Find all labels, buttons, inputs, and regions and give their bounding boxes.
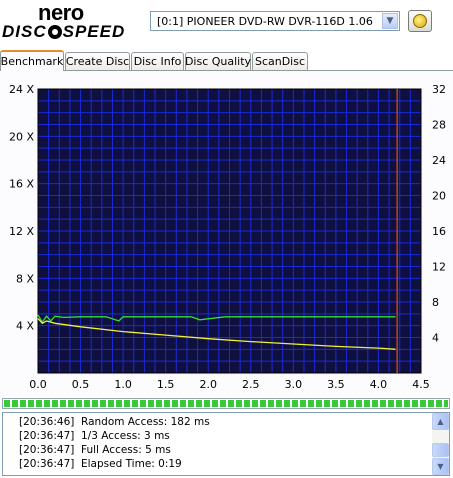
- x-tick-label: 1.0: [114, 378, 132, 391]
- y-right-tick-label: 12: [432, 261, 446, 274]
- tab-create-disc[interactable]: Create Disc: [65, 52, 130, 70]
- app-header: nero DISC SPEED [0:1] PIONEER DVD-RW DVR-…: [0, 0, 453, 48]
- logo-speed-text: SPEED: [62, 22, 126, 41]
- x-tick-label: 0.5: [72, 378, 90, 391]
- log-time: [20:36:47]: [19, 444, 75, 456]
- x-tick-label: 1.5: [157, 378, 175, 391]
- log-panel: [20:36:46] Random Access: 182 ms [20:36:4…: [2, 412, 450, 476]
- log-time: [20:36:47]: [19, 458, 75, 470]
- logo-disc-text: DISC: [2, 22, 47, 41]
- scroll-thumb[interactable]: [432, 443, 449, 457]
- log-scrollbar[interactable]: ▲ ▼: [432, 413, 449, 475]
- x-tick-label: 4.5: [412, 378, 430, 391]
- x-tick-label: 4.0: [370, 378, 388, 391]
- benchmark-chart-panel: 0.0 0.5 1.0 1.5 2.0 2.5 3.0 3.5 4.0 4.5 4 X 8 X 12 X…: [0, 71, 453, 396]
- y-left-tick-label: 8 X: [16, 272, 34, 285]
- drive-select-value: [0:1] PIONEER DVD-RW DVR-116D 1.06: [157, 15, 373, 28]
- scroll-up-icon[interactable]: ▲: [432, 413, 449, 430]
- y-left-tick-label: 4 X: [16, 320, 34, 333]
- disc-icon: [47, 25, 62, 39]
- y-left-tick-label: 16 X: [9, 178, 34, 191]
- y-right-tick-label: 28: [432, 119, 446, 132]
- refresh-drive-button[interactable]: [408, 10, 432, 32]
- log-message: Full Access: 5 ms: [81, 444, 171, 456]
- log-row: [20:36:47] 1/3 Access: 3 ms: [19, 430, 170, 442]
- y-right-tick-label: 24: [432, 154, 446, 167]
- y-right-tick-label: 4: [432, 332, 439, 345]
- y-right-tick-label: 32: [432, 83, 446, 96]
- x-tick-label: 0.0: [29, 378, 47, 391]
- log-message: Elapsed Time: 0:19: [81, 458, 182, 470]
- benchmark-chart: 0.0 0.5 1.0 1.5 2.0 2.5 3.0 3.5 4.0 4.5 4 X 8 X 12 X…: [9, 83, 446, 391]
- chevron-down-icon[interactable]: ▼: [382, 13, 398, 29]
- y-left-tick-label: 24 X: [9, 83, 34, 96]
- y-right-tick-label: 16: [432, 225, 446, 238]
- drive-select[interactable]: [0:1] PIONEER DVD-RW DVR-116D 1.06 ▼: [150, 11, 400, 31]
- log-time: [20:36:47]: [19, 430, 75, 442]
- x-tick-label: 3.0: [285, 378, 303, 391]
- tab-benchmark[interactable]: Benchmark: [0, 50, 64, 71]
- x-tick-label: 2.0: [199, 378, 217, 391]
- x-tick-label: 3.5: [327, 378, 345, 391]
- tab-bar: Benchmark Create Disc Disc Info Disc Qua…: [0, 50, 453, 71]
- progress-fill: [4, 400, 448, 407]
- y-left-tick-label: 12 X: [9, 225, 34, 238]
- y-right-tick-label: 8: [432, 296, 439, 309]
- nero-discspeed-logo: nero DISC SPEED: [2, 0, 142, 46]
- log-row: [20:36:47] Full Access: 5 ms: [19, 444, 171, 456]
- refresh-icon: [413, 14, 427, 28]
- x-tick-label: 2.5: [242, 378, 260, 391]
- log-message: Random Access: 182 ms: [81, 416, 210, 428]
- log-row: [20:36:47] Elapsed Time: 0:19: [19, 458, 182, 470]
- y-right-tick-label: 20: [432, 190, 446, 203]
- y-left-tick-label: 20 X: [9, 130, 34, 143]
- log-row: [20:36:46] Random Access: 182 ms: [19, 416, 210, 428]
- tab-scandisc[interactable]: ScanDisc: [252, 52, 308, 70]
- progress-bar: [2, 398, 450, 409]
- log-message: 1/3 Access: 3 ms: [81, 430, 170, 442]
- tab-disc-quality[interactable]: Disc Quality: [185, 52, 251, 70]
- logo-bottom-text: DISC SPEED: [2, 22, 125, 42]
- log-time: [20:36:46]: [19, 416, 75, 428]
- scroll-down-icon[interactable]: ▼: [432, 458, 449, 475]
- tab-disc-info[interactable]: Disc Info: [131, 52, 184, 70]
